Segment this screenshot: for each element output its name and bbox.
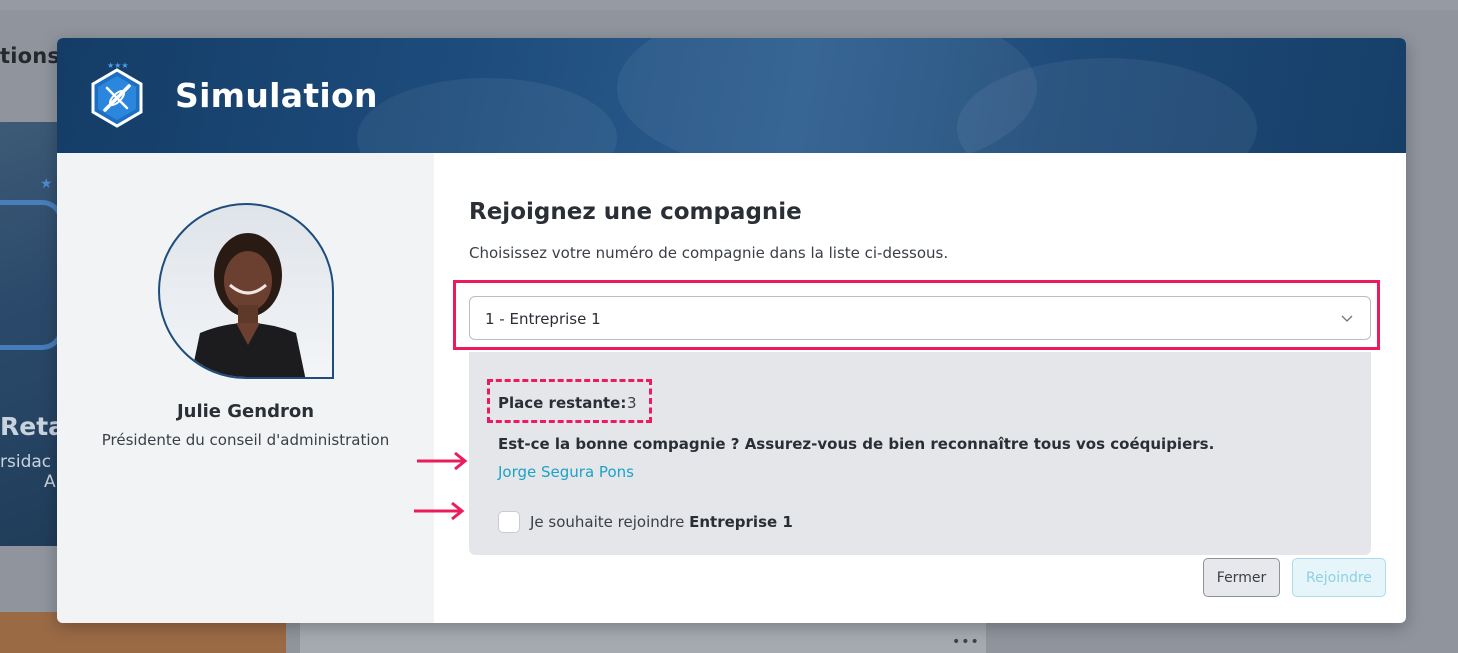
background-card-subtitle: rsidac bbox=[0, 452, 52, 472]
profile-pane: Julie Gendron Présidente du conseil d'ad… bbox=[57, 153, 434, 623]
modal-body: Julie Gendron Présidente du conseil d'ad… bbox=[57, 153, 1406, 623]
avatar bbox=[158, 203, 334, 379]
background-card-title: Reta bbox=[0, 412, 66, 441]
company-select[interactable]: 1 - Entreprise 1 bbox=[469, 296, 1371, 340]
arrow-right-icon bbox=[417, 451, 468, 471]
join-checkbox-label[interactable]: Je souhaite rejoindre Entreprise 1 bbox=[530, 513, 793, 531]
background-card-subtitle-2: A bbox=[44, 472, 56, 492]
join-heading: Rejoignez une compagnie bbox=[469, 199, 802, 225]
join-company-pane: Rejoignez une compagnie Choisissez votre… bbox=[414, 153, 1406, 623]
confirm-question: Est-ce la bonne compagnie ? Assurez-vous… bbox=[498, 435, 1215, 453]
star-icon: ★ bbox=[40, 176, 53, 192]
simulation-modal: ★★★ Simulation Julie Gendron Présidente … bbox=[57, 38, 1406, 623]
kayak-badge-icon: ★★★ bbox=[91, 61, 143, 128]
svg-text:★★★: ★★★ bbox=[107, 61, 129, 70]
profile-name: Julie Gendron bbox=[176, 401, 315, 422]
badge-icon bbox=[0, 200, 64, 350]
close-button[interactable]: Fermer bbox=[1203, 558, 1280, 597]
person-portrait-icon bbox=[190, 233, 306, 377]
remaining-value: 3 bbox=[627, 394, 637, 412]
join-button[interactable]: Rejoindre bbox=[1292, 558, 1386, 597]
more-options-icon: ••• bbox=[952, 634, 980, 650]
background-top-bar bbox=[0, 0, 1458, 10]
join-instruction: Choisissez votre numéro de compagnie dan… bbox=[469, 244, 949, 262]
profile-role: Présidente du conseil d'administration bbox=[101, 431, 390, 449]
company-info-panel: Place restante: 3 Est-ce la bonne compag… bbox=[469, 352, 1371, 555]
header-texture bbox=[357, 78, 617, 153]
arrow-right-icon bbox=[414, 501, 465, 521]
modal-title: Simulation bbox=[175, 76, 378, 115]
join-checkbox[interactable] bbox=[498, 511, 520, 533]
company-select-value: 1 - Entreprise 1 bbox=[485, 310, 601, 328]
chevron-down-icon bbox=[1341, 315, 1353, 322]
teammate-link[interactable]: Jorge Segura Pons bbox=[498, 463, 634, 481]
remaining-label: Place restante: bbox=[498, 394, 627, 412]
background-page-title: tions bbox=[0, 44, 61, 68]
modal-header: ★★★ Simulation bbox=[57, 38, 1406, 153]
